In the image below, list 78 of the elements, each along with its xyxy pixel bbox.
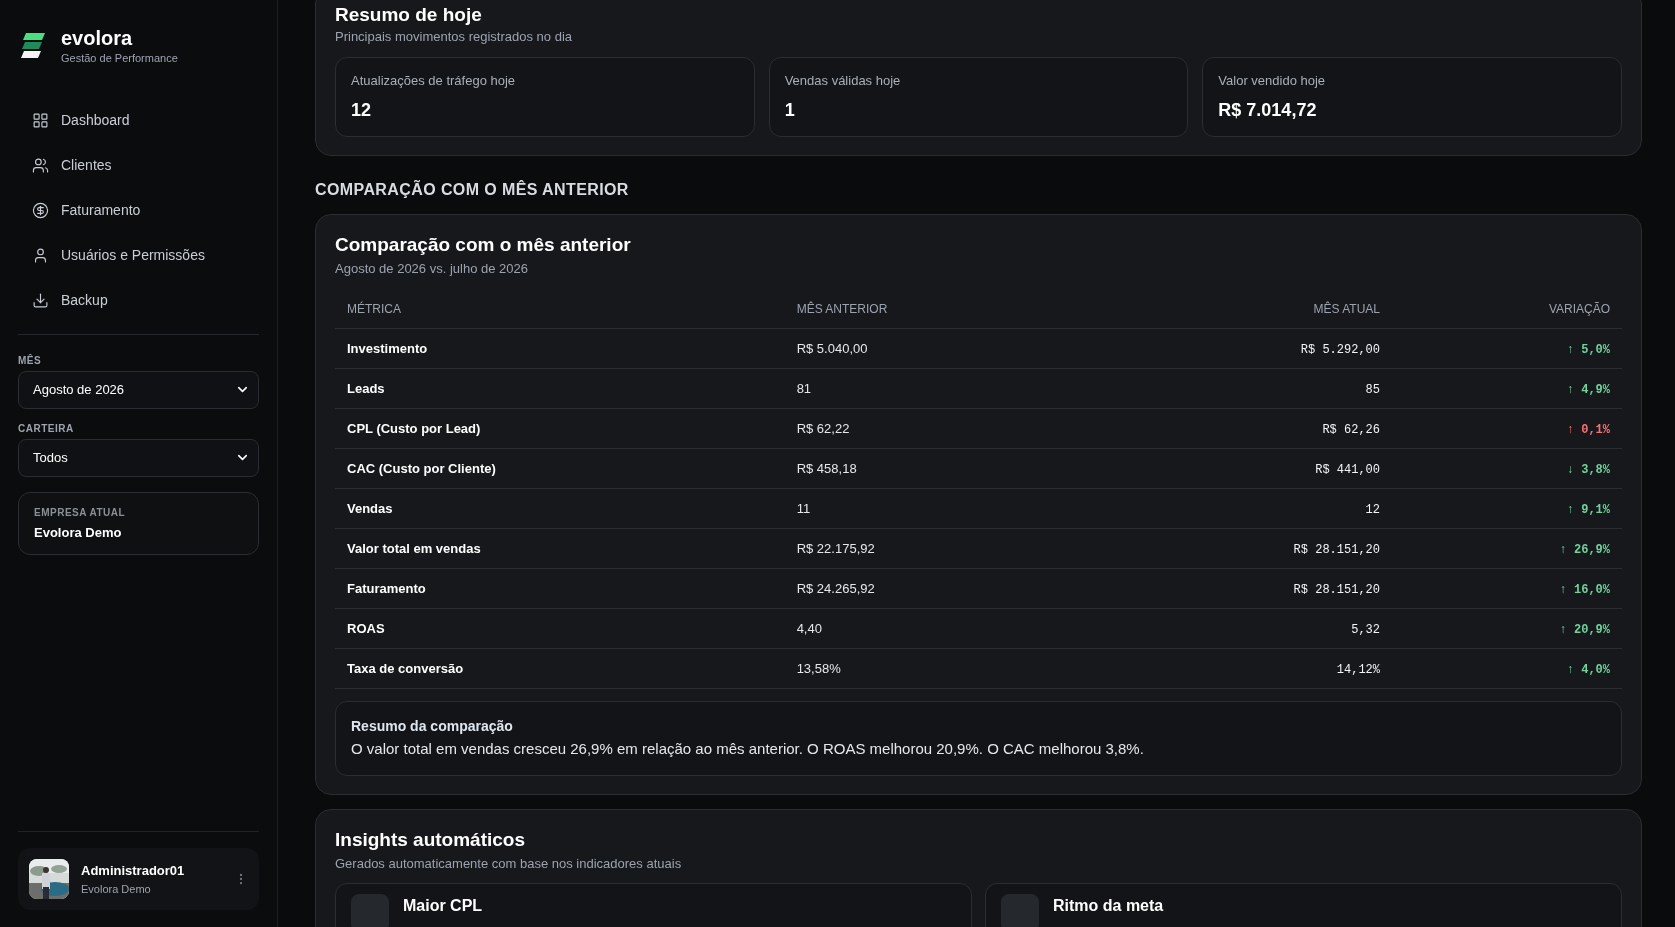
change-value: ↑ 4,0%	[1566, 662, 1610, 677]
download-icon	[32, 292, 49, 309]
change-value: ↑ 5,0%	[1566, 342, 1610, 357]
stat-value: 1	[784, 99, 796, 122]
table-cell: R$ 62,22	[796, 420, 850, 436]
change-value: ↑ 20,9%	[1559, 622, 1610, 637]
stat-value: R$ 7.014,72	[1218, 99, 1318, 122]
card-subtitle: Agosto de 2026 vs. julho de 2026	[335, 260, 529, 278]
user-icon	[32, 247, 49, 264]
insight-title: Maior CPL	[403, 896, 483, 916]
table-cell: 14,12%	[1336, 662, 1380, 677]
brand-name: evolora	[61, 26, 134, 50]
metric-cell: Faturamento	[347, 580, 426, 596]
company-label: EMPRESA ATUAL	[34, 505, 127, 520]
table-cell: 12	[1365, 502, 1380, 517]
table-cell: R$ 22.175,92	[796, 540, 875, 556]
company-name: Evolora Demo	[34, 523, 123, 542]
section-heading: COMPARAÇÃO COM O MÊS ANTERIOR	[315, 179, 630, 200]
column-header: VARIAÇÃO	[1548, 302, 1610, 317]
users-icon	[32, 157, 49, 174]
change-value: ↑ 9,1%	[1566, 502, 1610, 517]
table-cell: 85	[1365, 382, 1380, 397]
table-cell: 11	[796, 500, 811, 516]
card-subtitle: Gerados automaticamente com base nos indicadores atuais	[335, 854, 683, 873]
card-title: Insights automáticos	[335, 827, 527, 852]
user-company: Evolora Demo	[81, 881, 152, 897]
change-value: ↑ 26,9%	[1559, 542, 1610, 557]
table-cell: 81	[796, 380, 812, 396]
stat-label: Atualizações de tráfego hoje	[351, 71, 517, 90]
user-name: Administrador01	[81, 862, 186, 880]
table-cell: R$ 24.265,92	[796, 580, 875, 596]
column-header: MÊS ANTERIOR	[796, 302, 888, 317]
brand-tagline: Gestão de Performance	[61, 51, 178, 66]
metric-cell: ROAS	[347, 620, 385, 636]
metric-cell: Leads	[347, 380, 385, 396]
filter-label: CARTEIRA	[18, 421, 75, 436]
column-header: MÉTRICA	[347, 302, 401, 317]
change-value: ↓ 3,8%	[1566, 462, 1610, 477]
table-cell: R$ 5.292,00	[1300, 342, 1380, 357]
summary-text: O valor total em vendas cresceu 26,9% em relação ao mês anterior. O ROAS melhorou 20,9%. O CAC melhorou 3,8%.	[351, 739, 1145, 759]
card-subtitle: Principais movimentos registrados no dia	[335, 28, 573, 46]
change-value: ↑ 16,0%	[1559, 582, 1610, 597]
filter-label: MÊS	[18, 353, 43, 368]
table-cell: R$ 62,26	[1322, 422, 1380, 437]
metric-cell: Vendas	[347, 500, 393, 516]
stat-label: Valor vendido hoje	[1218, 71, 1327, 90]
logo-icon	[21, 33, 45, 60]
insight-title: Ritmo da meta	[1053, 896, 1164, 916]
card-title: Resumo de hoje	[335, 3, 483, 27]
table-cell: R$ 28.151,20	[1293, 542, 1380, 557]
card-title: Comparação com o mês anterior	[335, 233, 632, 257]
grid-icon	[32, 112, 49, 129]
table-cell: 4,40	[796, 620, 822, 636]
nav-item[interactable]: Backup	[18, 280, 259, 321]
metric-cell: CAC (Custo por Cliente)	[347, 460, 496, 476]
summary-title: Resumo da comparação	[351, 717, 514, 736]
select-field[interactable]: Agosto de 2026	[18, 370, 259, 409]
metric-cell: CPL (Custo por Lead)	[347, 420, 481, 436]
nav-item[interactable]: Usuários e Permissões	[18, 235, 259, 276]
stat-value: 12	[351, 99, 373, 122]
table-cell: R$ 5.040,00	[796, 340, 868, 356]
nav-item[interactable]: Dashboard	[18, 100, 259, 141]
nav-item[interactable]: Clientes	[18, 145, 259, 186]
table-cell: R$ 458,18	[796, 460, 857, 476]
select-field[interactable]: Todos	[18, 438, 259, 477]
change-value: ↑ 4,9%	[1566, 382, 1610, 397]
dollar-icon	[32, 202, 49, 219]
table-cell: R$ 441,00	[1315, 462, 1380, 477]
table-cell: 5,32	[1351, 622, 1380, 637]
table-cell: 13,58%	[796, 660, 841, 676]
metric-cell: Taxa de conversão	[347, 660, 464, 676]
metric-cell: Investimento	[347, 340, 428, 356]
table-cell: R$ 28.151,20	[1293, 582, 1380, 597]
nav-item[interactable]: Faturamento	[18, 190, 259, 231]
metric-cell: Valor total em vendas	[347, 540, 481, 556]
change-value: ↑ 0,1%	[1566, 422, 1610, 437]
stat-label: Vendas válidas hoje	[784, 71, 902, 90]
column-header: MÊS ATUAL	[1313, 302, 1380, 317]
